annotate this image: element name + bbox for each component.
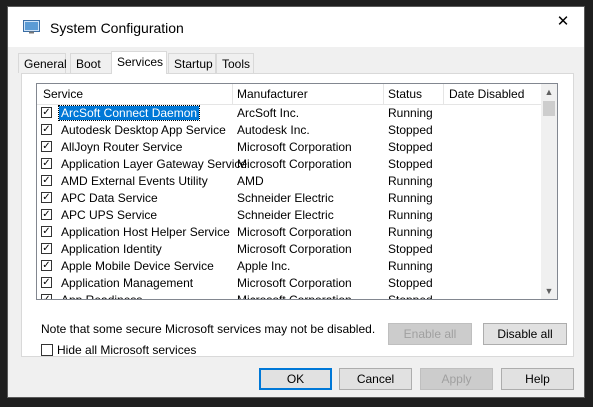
enable-all-button[interactable]: Enable all — [388, 323, 472, 345]
tab-startup[interactable]: Startup — [168, 53, 216, 73]
service-manufacturer: Apple Inc. — [237, 259, 291, 273]
table-row[interactable]: ✓ App Readiness Microsoft Corporation Stopp… — [37, 292, 543, 300]
table-row[interactable]: ✓ Application Layer Gateway Service Micros… — [37, 156, 543, 173]
service-manufacturer: Microsoft Corporation — [237, 140, 352, 154]
column-header-date-disabled[interactable]: Date Disabled — [449, 87, 524, 101]
service-manufacturer: Schneider Electric — [237, 208, 334, 222]
service-checkbox[interactable]: ✓ — [41, 260, 52, 271]
service-manufacturer: Schneider Electric — [237, 191, 334, 205]
tab-boot[interactable]: Boot — [70, 53, 112, 73]
service-status: Stopped — [388, 276, 433, 290]
column-divider[interactable] — [383, 84, 384, 104]
service-status: Stopped — [388, 123, 433, 137]
service-status: Running — [388, 259, 433, 273]
services-list[interactable]: Service Manufacturer Status Date Disable… — [36, 83, 558, 300]
service-name: Application Host Helper Service — [61, 225, 230, 239]
table-row[interactable]: ✓ APC UPS Service Schneider Electric Runnin… — [37, 207, 543, 224]
service-manufacturer: Autodesk Inc. — [237, 123, 310, 137]
service-name: AllJoyn Router Service — [61, 140, 183, 154]
service-name: APC UPS Service — [61, 208, 158, 222]
service-manufacturer: Microsoft Corporation — [237, 276, 352, 290]
system-configuration-icon — [23, 20, 40, 34]
scroll-up-icon[interactable]: ▲ — [541, 84, 557, 100]
services-panel: Service Manufacturer Status Date Disable… — [21, 73, 574, 357]
ok-button[interactable]: OK — [259, 368, 332, 390]
tab-services[interactable]: Services — [111, 51, 167, 74]
service-name: APC Data Service — [61, 191, 158, 205]
table-row[interactable]: ✓ APC Data Service Schneider Electric Runni… — [37, 190, 543, 207]
scroll-down-icon[interactable]: ▼ — [541, 283, 557, 299]
table-row[interactable]: ✓ Application Host Helper Service Microsof… — [37, 224, 543, 241]
service-status: Stopped — [388, 293, 433, 300]
vertical-scrollbar[interactable]: ▲ ▼ — [541, 84, 557, 299]
tab-general[interactable]: General — [18, 53, 67, 73]
service-manufacturer: ArcSoft Inc. — [237, 106, 300, 120]
window-title: System Configuration — [50, 20, 184, 36]
service-manufacturer: AMD — [237, 174, 264, 188]
apply-button[interactable]: Apply — [420, 368, 493, 390]
service-checkbox[interactable]: ✓ — [41, 158, 52, 169]
close-button[interactable]: ✕ — [542, 7, 584, 37]
service-status: Stopped — [388, 140, 433, 154]
help-button[interactable]: Help — [501, 368, 574, 390]
title-bar: System Configuration ✕ — [8, 7, 584, 47]
service-name: Application Layer Gateway Service — [61, 157, 248, 171]
system-configuration-window: System Configuration ✕ General Boot Serv… — [7, 6, 585, 398]
table-row[interactable]: ✓ Application Identity Microsoft Corporati… — [37, 241, 543, 258]
table-row[interactable]: ✓ Application Management Microsoft Corpora… — [37, 275, 543, 292]
column-header-service[interactable]: Service — [43, 87, 83, 101]
secure-services-note: Note that some secure Microsoft services… — [41, 322, 376, 336]
service-checkbox[interactable]: ✓ — [41, 277, 52, 288]
table-row[interactable]: ✓ Apple Mobile Device Service Apple Inc. Ru… — [37, 258, 543, 275]
service-name: App Readiness — [61, 293, 143, 300]
service-status: Running — [388, 225, 433, 239]
service-manufacturer: Microsoft Corporation — [237, 225, 352, 239]
service-checkbox[interactable]: ✓ — [41, 294, 52, 299]
service-checkbox[interactable]: ✓ — [41, 175, 52, 186]
column-divider[interactable] — [443, 84, 444, 104]
service-status: Running — [388, 191, 433, 205]
service-status: Running — [388, 174, 433, 188]
table-row[interactable]: ✓ AllJoyn Router Service Microsoft Corpora… — [37, 139, 543, 156]
service-name: Apple Mobile Device Service — [61, 259, 214, 273]
service-checkbox[interactable]: ✓ — [41, 141, 52, 152]
service-checkbox[interactable]: ✓ — [41, 107, 52, 118]
table-row[interactable]: ✓ ArcSoft Connect Daemon ArcSoft Inc. Runni… — [37, 105, 543, 122]
service-name: AMD External Events Utility — [61, 174, 208, 188]
column-header-manufacturer[interactable]: Manufacturer — [237, 87, 308, 101]
hide-microsoft-services-label[interactable]: Hide all Microsoft services — [57, 343, 196, 357]
service-checkbox[interactable]: ✓ — [41, 192, 52, 203]
service-manufacturer: Microsoft Corporation — [237, 157, 352, 171]
service-checkbox[interactable]: ✓ — [41, 124, 52, 135]
service-manufacturer: Microsoft Corporation — [237, 242, 352, 256]
table-row[interactable]: ✓ AMD External Events Utility AMD Running — [37, 173, 543, 190]
column-header-status[interactable]: Status — [388, 87, 422, 101]
tab-tools[interactable]: Tools — [216, 53, 254, 73]
service-checkbox[interactable]: ✓ — [41, 243, 52, 254]
cancel-button[interactable]: Cancel — [339, 368, 412, 390]
disable-all-button[interactable]: Disable all — [483, 323, 567, 345]
service-status: Stopped — [388, 242, 433, 256]
service-status: Running — [388, 208, 433, 222]
service-status: Stopped — [388, 157, 433, 171]
service-manufacturer: Microsoft Corporation — [237, 293, 352, 300]
service-name: Application Identity — [61, 242, 162, 256]
service-name: ArcSoft Connect Daemon — [57, 105, 201, 121]
column-divider[interactable] — [232, 84, 233, 104]
service-name: Application Management — [61, 276, 194, 290]
checkbox-box[interactable] — [41, 344, 53, 356]
table-row[interactable]: ✓ Autodesk Desktop App Service Autodesk In… — [37, 122, 543, 139]
service-checkbox[interactable]: ✓ — [41, 226, 52, 237]
scrollbar-thumb[interactable] — [543, 101, 555, 116]
service-status: Running — [388, 106, 433, 120]
service-checkbox[interactable]: ✓ — [41, 209, 52, 220]
list-header: Service Manufacturer Status Date Disable… — [37, 84, 543, 105]
service-name: Autodesk Desktop App Service — [61, 123, 226, 137]
